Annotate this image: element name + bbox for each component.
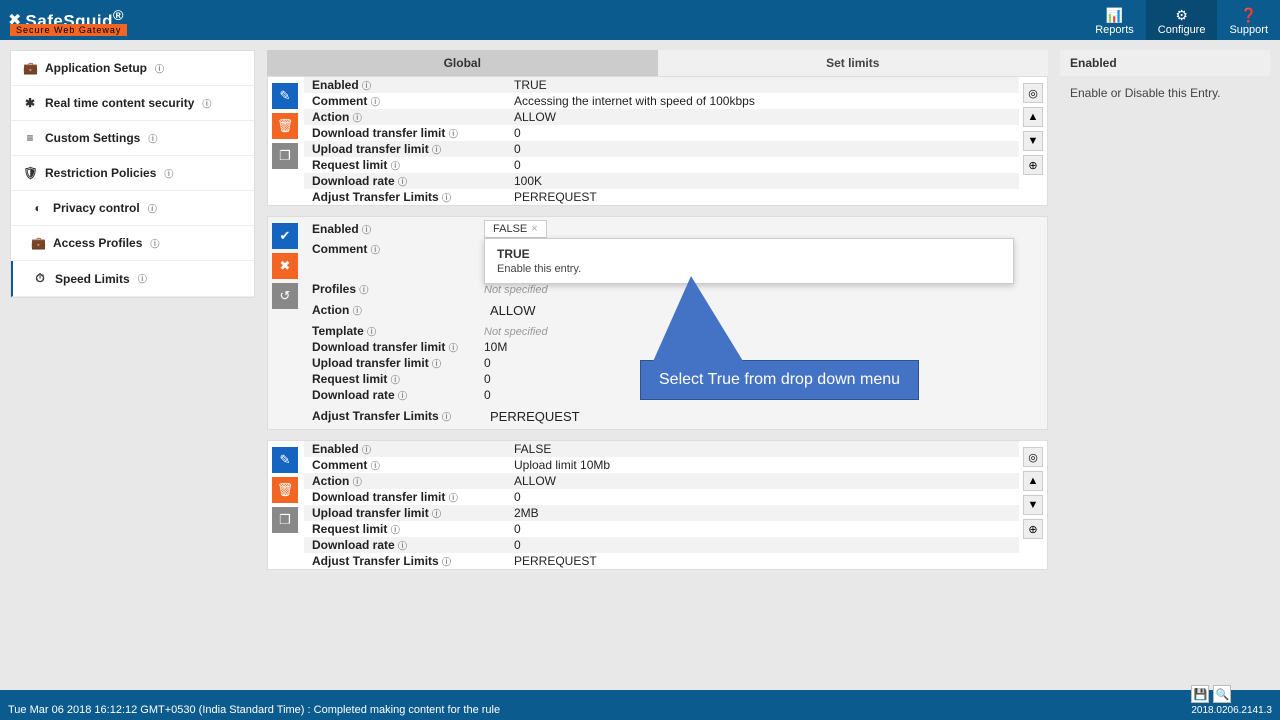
sidebar-item-custom[interactable]: ≡Custom Settingsⓘ	[11, 121, 254, 156]
entry-panel-1: ✎ 🗑 ❐ Enabled ⓘTRUE Comment ⓘAccessing t…	[267, 76, 1048, 206]
nav-support[interactable]: ❓Support	[1217, 0, 1280, 40]
undo-button[interactable]: ↺	[272, 283, 298, 309]
save-button[interactable]: ✔	[272, 223, 298, 249]
info-icon: ⓘ	[202, 97, 211, 110]
tab-bar: Global Set limits	[267, 50, 1048, 76]
add-icon[interactable]: ⊕	[1023, 519, 1043, 539]
edit-button[interactable]: ✎	[272, 83, 298, 109]
callout-arrow-icon	[651, 276, 746, 366]
info-icon: ⓘ	[148, 202, 157, 215]
clone-button[interactable]: ❐	[272, 143, 298, 169]
move-up-icon[interactable]: ▲	[1023, 107, 1043, 127]
tab-global[interactable]: Global	[267, 50, 658, 76]
template-placeholder[interactable]: Not specified	[484, 326, 548, 338]
move-down-icon[interactable]: ▼	[1023, 131, 1043, 151]
gear-icon: ⚙	[1175, 7, 1188, 24]
move-up-icon[interactable]: ▲	[1023, 471, 1043, 491]
action-value: ALLOW	[514, 110, 1019, 124]
help-title: Enabled	[1060, 50, 1270, 76]
comment-value: Accessing the internet with speed of 100…	[514, 94, 1019, 108]
sidebar: 💼Application Setupⓘ ✱Real time content s…	[10, 50, 255, 298]
brand-logo: ✖ SafeSquid® Secure Web Gateway	[8, 8, 124, 32]
info-icon: ⓘ	[155, 62, 164, 75]
target-icon[interactable]: ◎	[1023, 447, 1043, 467]
tab-set-limits[interactable]: Set limits	[658, 50, 1049, 76]
enabled-value: TRUE	[514, 78, 1019, 92]
sidebar-item-privacy[interactable]: ◐Privacy controlⓘ	[11, 191, 254, 226]
sidebar-item-speed-limits[interactable]: ⏱Speed Limitsⓘ	[11, 261, 254, 297]
enabled-dropdown[interactable]: TRUE Enable this entry.	[484, 238, 1014, 284]
top-nav: 📊Reports ⚙Configure ❓Support	[1083, 0, 1280, 40]
info-icon: ⓘ	[148, 132, 157, 145]
chart-icon: 📊	[1106, 7, 1123, 24]
edit-button[interactable]: ✎	[272, 447, 298, 473]
briefcase-icon: 💼	[31, 236, 45, 250]
sidebar-item-application-setup[interactable]: 💼Application Setupⓘ	[11, 51, 254, 86]
profiles-placeholder[interactable]: Not specified	[484, 284, 548, 296]
search-icon[interactable]: 🔍	[1213, 685, 1231, 703]
cancel-button[interactable]: ✖	[272, 253, 298, 279]
status-text: Tue Mar 06 2018 16:12:12 GMT+0530 (India…	[8, 704, 500, 716]
brand-tagline: Secure Web Gateway	[10, 24, 127, 36]
remove-tag-icon[interactable]: ×	[531, 223, 537, 235]
help-description: Enable or Disable this Entry.	[1060, 76, 1270, 110]
nav-configure[interactable]: ⚙Configure	[1146, 0, 1218, 40]
action-select[interactable]: ALLOW	[484, 300, 1047, 321]
save-icon[interactable]: 💾	[1191, 685, 1209, 703]
move-down-icon[interactable]: ▼	[1023, 495, 1043, 515]
status-bar: Tue Mar 06 2018 16:12:12 GMT+0530 (India…	[0, 690, 1280, 720]
info-icon: ⓘ	[150, 237, 159, 250]
sidebar-item-restriction[interactable]: 🛡Restriction Policiesⓘ	[11, 156, 254, 191]
help-icon: ❓	[1240, 7, 1257, 24]
add-icon[interactable]: ⊕	[1023, 155, 1043, 175]
asterisk-icon: ✱	[23, 96, 37, 110]
sidebar-item-access[interactable]: 💼Access Profilesⓘ	[11, 226, 254, 261]
dropdown-option-true[interactable]: TRUE	[497, 247, 1001, 261]
delete-button[interactable]: 🗑	[272, 113, 298, 139]
speed-icon: ⏱	[33, 271, 47, 286]
info-icon: ⓘ	[164, 167, 173, 180]
nav-reports[interactable]: 📊Reports	[1083, 0, 1146, 40]
eye-icon: ◐	[31, 201, 45, 215]
help-panel: Enabled Enable or Disable this Entry.	[1060, 50, 1270, 680]
lines-icon: ≡	[23, 131, 37, 145]
entry-panel-3: ✎ 🗑 ❐ Enabled ⓘFALSE Comment ⓘUpload lim…	[267, 440, 1048, 570]
delete-button[interactable]: 🗑	[272, 477, 298, 503]
target-icon[interactable]: ◎	[1023, 83, 1043, 103]
adj-select[interactable]: PERREQUEST	[484, 406, 1047, 427]
version-label: 2018.0206.2141.3	[1191, 705, 1272, 716]
enabled-tag[interactable]: FALSE×	[484, 220, 547, 238]
shield-icon: 🛡	[23, 166, 37, 180]
app-header: ✖ SafeSquid® Secure Web Gateway 📊Reports…	[0, 0, 1280, 40]
sidebar-item-realtime[interactable]: ✱Real time content securityⓘ	[11, 86, 254, 121]
annotation-callout: Select True from drop down menu	[640, 360, 919, 400]
briefcase-icon: 💼	[23, 61, 37, 75]
dtl-input[interactable]: 10M	[484, 340, 1047, 354]
info-icon: ⓘ	[138, 272, 147, 285]
clone-button[interactable]: ❐	[272, 507, 298, 533]
